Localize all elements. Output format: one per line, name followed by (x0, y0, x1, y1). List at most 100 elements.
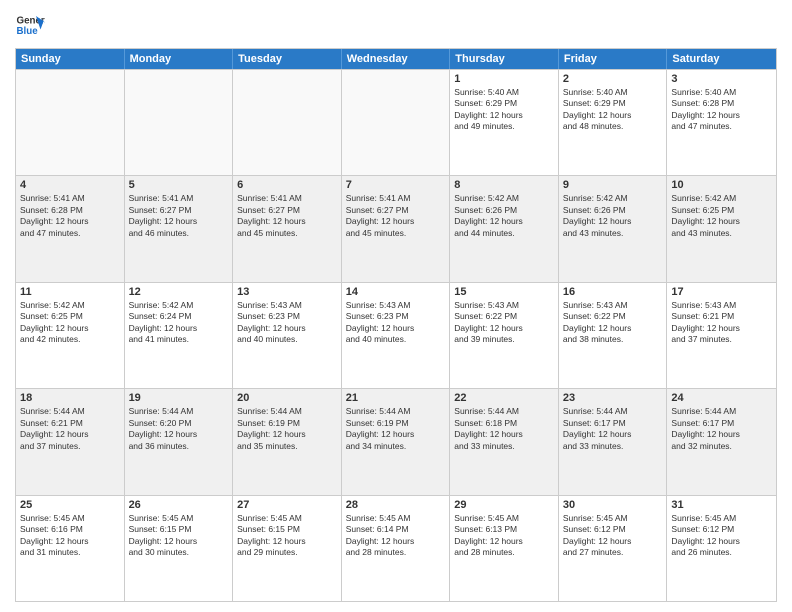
cell-info: Sunrise: 5:44 AM Sunset: 6:17 PM Dayligh… (671, 406, 772, 452)
cell-info: Sunrise: 5:40 AM Sunset: 6:28 PM Dayligh… (671, 87, 772, 133)
day-number: 21 (346, 392, 446, 404)
day-number: 22 (454, 392, 554, 404)
calendar-cell: 1 Sunrise: 5:40 AM Sunset: 6:29 PM Daylig… (450, 70, 559, 175)
cell-info: Sunrise: 5:42 AM Sunset: 6:25 PM Dayligh… (20, 300, 120, 346)
calendar-cell: 13 Sunrise: 5:43 AM Sunset: 6:23 PM Dayli… (233, 283, 342, 388)
cell-info: Sunrise: 5:44 AM Sunset: 6:17 PM Dayligh… (563, 406, 663, 452)
calendar-cell: 15Sunrise: 5:43 AM Sunset: 6:22 PM Dayli… (450, 283, 559, 388)
page: General Blue SundayMondayTuesdayWednesda… (0, 0, 792, 612)
day-number: 13 (237, 286, 337, 298)
calendar-row: 25 Sunrise: 5:45 AM Sunset: 6:16 PM Dayli… (16, 495, 776, 601)
day-number: 8 (454, 179, 554, 191)
calendar-cell: 31Sunrise: 5:45 AM Sunset: 6:12 PM Dayli… (667, 496, 776, 601)
calendar-cell: 4Sunrise: 5:41 AM Sunset: 6:28 PM Daylig… (16, 176, 125, 281)
day-number: 11 (20, 286, 120, 298)
calendar-row: 11 Sunrise: 5:42 AM Sunset: 6:25 PM Dayli… (16, 282, 776, 388)
calendar-cell: 18Sunrise: 5:44 AM Sunset: 6:21 PM Dayli… (16, 389, 125, 494)
cell-info: Sunrise: 5:42 AM Sunset: 6:26 PM Dayligh… (563, 193, 663, 239)
cell-info: Sunrise: 5:45 AM Sunset: 6:16 PM Dayligh… (20, 513, 120, 559)
day-number: 19 (129, 392, 229, 404)
day-number: 24 (671, 392, 772, 404)
cell-info: Sunrise: 5:42 AM Sunset: 6:26 PM Dayligh… (454, 193, 554, 239)
cell-info: Sunrise: 5:41 AM Sunset: 6:28 PM Dayligh… (20, 193, 120, 239)
day-number: 6 (237, 179, 337, 191)
calendar-cell: 26 Sunrise: 5:45 AM Sunset: 6:15 PM Dayli… (125, 496, 234, 601)
day-number: 25 (20, 499, 120, 511)
day-number: 3 (671, 73, 772, 85)
cell-info: Sunrise: 5:45 AM Sunset: 6:15 PM Dayligh… (129, 513, 229, 559)
day-number: 29 (454, 499, 554, 511)
calendar-cell: 29 Sunrise: 5:45 AM Sunset: 6:13 PM Dayli… (450, 496, 559, 601)
calendar-cell: 8 Sunrise: 5:42 AM Sunset: 6:26 PM Daylig… (450, 176, 559, 281)
calendar-cell: 7 Sunrise: 5:41 AM Sunset: 6:27 PM Daylig… (342, 176, 451, 281)
calendar-cell (125, 70, 234, 175)
day-number: 27 (237, 499, 337, 511)
cell-info: Sunrise: 5:44 AM Sunset: 6:21 PM Dayligh… (20, 406, 120, 452)
calendar-row: 1 Sunrise: 5:40 AM Sunset: 6:29 PM Daylig… (16, 69, 776, 175)
day-number: 15 (454, 286, 554, 298)
day-number: 1 (454, 73, 554, 85)
cell-info: Sunrise: 5:45 AM Sunset: 6:12 PM Dayligh… (563, 513, 663, 559)
cell-info: Sunrise: 5:45 AM Sunset: 6:12 PM Dayligh… (671, 513, 772, 559)
cal-header-day: Sunday (16, 49, 125, 69)
calendar-cell: 5 Sunrise: 5:41 AM Sunset: 6:27 PM Daylig… (125, 176, 234, 281)
calendar-row: 18Sunrise: 5:44 AM Sunset: 6:21 PM Dayli… (16, 388, 776, 494)
cell-info: Sunrise: 5:43 AM Sunset: 6:21 PM Dayligh… (671, 300, 772, 346)
cell-info: Sunrise: 5:42 AM Sunset: 6:25 PM Dayligh… (671, 193, 772, 239)
calendar-cell: 24 Sunrise: 5:44 AM Sunset: 6:17 PM Dayli… (667, 389, 776, 494)
logo-icon: General Blue (15, 10, 45, 40)
day-number: 14 (346, 286, 446, 298)
day-number: 5 (129, 179, 229, 191)
logo: General Blue (15, 10, 45, 40)
day-number: 12 (129, 286, 229, 298)
calendar-cell (16, 70, 125, 175)
cal-header-day: Tuesday (233, 49, 342, 69)
calendar-cell (342, 70, 451, 175)
cell-info: Sunrise: 5:45 AM Sunset: 6:14 PM Dayligh… (346, 513, 446, 559)
header: General Blue (15, 10, 777, 40)
day-number: 26 (129, 499, 229, 511)
calendar-row: 4Sunrise: 5:41 AM Sunset: 6:28 PM Daylig… (16, 175, 776, 281)
day-number: 23 (563, 392, 663, 404)
day-number: 17 (671, 286, 772, 298)
calendar-cell: 2Sunrise: 5:40 AM Sunset: 6:29 PM Daylig… (559, 70, 668, 175)
day-number: 9 (563, 179, 663, 191)
calendar-cell: 19 Sunrise: 5:44 AM Sunset: 6:20 PM Dayli… (125, 389, 234, 494)
cell-info: Sunrise: 5:42 AM Sunset: 6:24 PM Dayligh… (129, 300, 229, 346)
calendar-cell: 25 Sunrise: 5:45 AM Sunset: 6:16 PM Dayli… (16, 496, 125, 601)
cell-info: Sunrise: 5:43 AM Sunset: 6:23 PM Dayligh… (237, 300, 337, 346)
calendar-header: SundayMondayTuesdayWednesdayThursdayFrid… (16, 49, 776, 69)
cell-info: Sunrise: 5:43 AM Sunset: 6:22 PM Dayligh… (563, 300, 663, 346)
cal-header-day: Monday (125, 49, 234, 69)
cal-header-day: Wednesday (342, 49, 451, 69)
cal-header-day: Saturday (667, 49, 776, 69)
cell-info: Sunrise: 5:43 AM Sunset: 6:23 PM Dayligh… (346, 300, 446, 346)
calendar-cell: 27Sunrise: 5:45 AM Sunset: 6:15 PM Dayli… (233, 496, 342, 601)
cell-info: Sunrise: 5:40 AM Sunset: 6:29 PM Dayligh… (454, 87, 554, 133)
day-number: 16 (563, 286, 663, 298)
cell-info: Sunrise: 5:41 AM Sunset: 6:27 PM Dayligh… (129, 193, 229, 239)
cell-info: Sunrise: 5:44 AM Sunset: 6:19 PM Dayligh… (346, 406, 446, 452)
cal-header-day: Friday (559, 49, 668, 69)
calendar-cell: 3 Sunrise: 5:40 AM Sunset: 6:28 PM Daylig… (667, 70, 776, 175)
cell-info: Sunrise: 5:45 AM Sunset: 6:13 PM Dayligh… (454, 513, 554, 559)
calendar-cell: 23 Sunrise: 5:44 AM Sunset: 6:17 PM Dayli… (559, 389, 668, 494)
day-number: 7 (346, 179, 446, 191)
calendar-cell: 30 Sunrise: 5:45 AM Sunset: 6:12 PM Dayli… (559, 496, 668, 601)
calendar-cell: 21 Sunrise: 5:44 AM Sunset: 6:19 PM Dayli… (342, 389, 451, 494)
calendar-cell: 12 Sunrise: 5:42 AM Sunset: 6:24 PM Dayli… (125, 283, 234, 388)
cell-info: Sunrise: 5:41 AM Sunset: 6:27 PM Dayligh… (237, 193, 337, 239)
calendar-cell (233, 70, 342, 175)
svg-text:Blue: Blue (17, 26, 39, 37)
cell-info: Sunrise: 5:40 AM Sunset: 6:29 PM Dayligh… (563, 87, 663, 133)
day-number: 30 (563, 499, 663, 511)
cell-info: Sunrise: 5:44 AM Sunset: 6:20 PM Dayligh… (129, 406, 229, 452)
calendar-cell: 22Sunrise: 5:44 AM Sunset: 6:18 PM Dayli… (450, 389, 559, 494)
day-number: 10 (671, 179, 772, 191)
calendar-cell: 9 Sunrise: 5:42 AM Sunset: 6:26 PM Daylig… (559, 176, 668, 281)
day-number: 20 (237, 392, 337, 404)
day-number: 28 (346, 499, 446, 511)
calendar-cell: 10 Sunrise: 5:42 AM Sunset: 6:25 PM Dayli… (667, 176, 776, 281)
cell-info: Sunrise: 5:41 AM Sunset: 6:27 PM Dayligh… (346, 193, 446, 239)
calendar: SundayMondayTuesdayWednesdayThursdayFrid… (15, 48, 777, 602)
